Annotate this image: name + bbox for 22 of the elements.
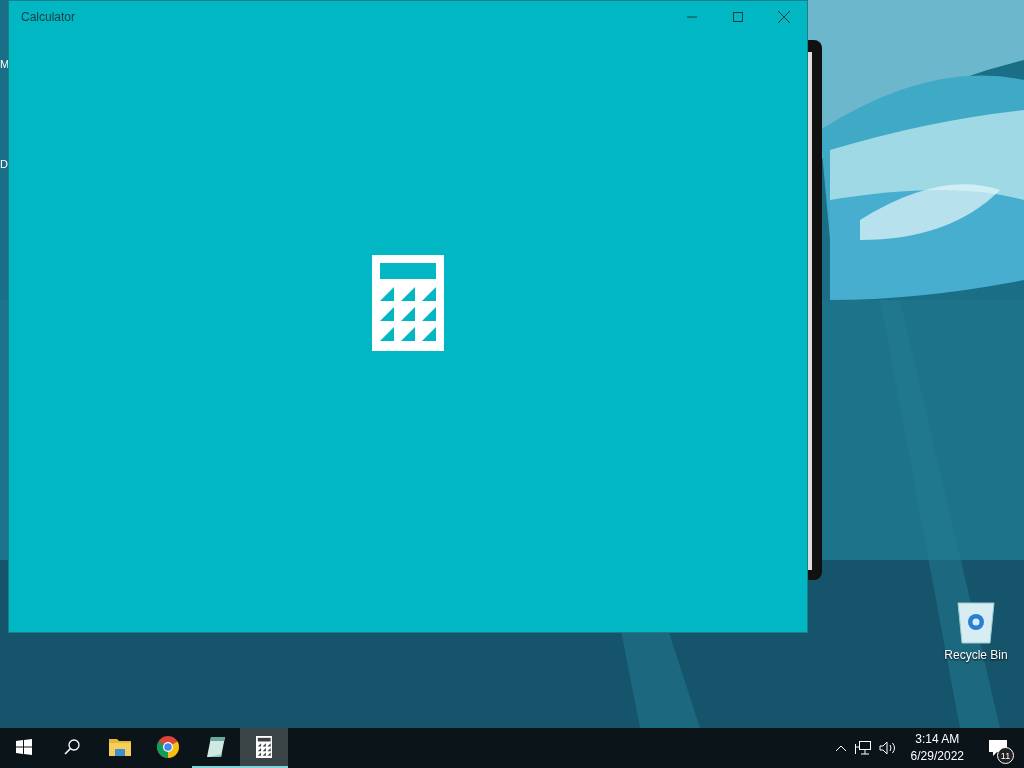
desktop-icon-label: M [0,58,8,70]
recycle-bin-icon[interactable] [956,600,996,644]
calculator-splash-icon [372,254,444,351]
speaker-icon[interactable] [878,741,897,755]
desktop-icon-label[interactable]: Recycle Bin [944,648,1008,662]
clock-time[interactable]: 3:14 AM [915,731,960,748]
windows-logo-icon [16,739,32,755]
notification-count: 11 [997,747,1014,764]
window-title: Calculator [21,10,76,24]
clock-date[interactable]: 6/29/2022 [910,748,964,765]
notifications-button[interactable]: 11 [978,728,1018,768]
desktop-icon-label: D [0,158,8,170]
calculator-icon [255,736,273,758]
folder-icon [109,738,131,756]
network-icon[interactable] [854,741,871,755]
taskbar-button[interactable] [240,728,288,768]
search-icon [64,739,80,755]
close-icon [778,11,790,23]
notepad-icon [205,736,227,758]
browser-icon [157,736,179,758]
chevron-up-icon[interactable] [834,744,847,752]
maximize-icon [733,12,743,22]
